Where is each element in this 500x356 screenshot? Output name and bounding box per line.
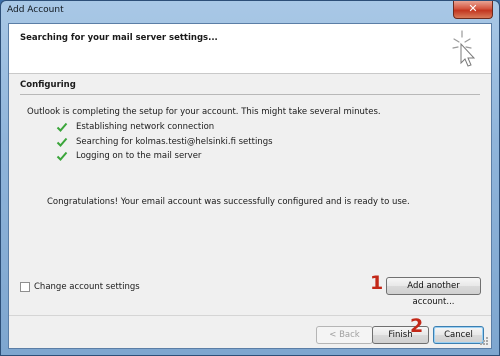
checkmark-icon (56, 137, 68, 147)
resize-grip-icon[interactable] (479, 336, 489, 346)
step-label: Establishing network connection (76, 122, 215, 132)
section-heading: Configuring (20, 80, 480, 95)
success-message: Congratulations! Your email account was … (47, 197, 410, 207)
pointer-cursor-sparkle-icon (452, 30, 476, 67)
window-title: Add Account (7, 5, 64, 15)
annotation-marker-2: 2 (410, 315, 424, 337)
close-button[interactable]: ✕ (453, 1, 493, 19)
close-icon: ✕ (468, 2, 478, 15)
annotation-marker-1: 1 (370, 272, 384, 294)
step-label: Searching for kolmas.testi@helsinki.fi s… (76, 137, 273, 147)
change-account-settings-checkbox[interactable] (20, 282, 30, 292)
title-bar: Add Account ✕ (1, 1, 499, 23)
header-title: Searching for your mail server settings.… (20, 33, 218, 43)
cancel-button[interactable]: Cancel (433, 326, 484, 344)
back-button[interactable]: < Back (316, 326, 373, 344)
progress-intro-text: Outlook is completing the setup for your… (27, 107, 381, 117)
add-another-account-button[interactable]: Add another account... (386, 277, 481, 307)
dialog-client-area: Searching for your mail server settings.… (8, 23, 492, 349)
change-account-settings-label[interactable]: Change account settings (34, 282, 140, 292)
checkmark-icon (56, 122, 68, 132)
add-account-dialog: Add Account ✕ Searching for your mail se… (0, 0, 500, 356)
checkmark-icon (56, 151, 68, 161)
step-label: Logging on to the mail server (76, 151, 202, 161)
dialog-header: Searching for your mail server settings.… (9, 24, 491, 74)
